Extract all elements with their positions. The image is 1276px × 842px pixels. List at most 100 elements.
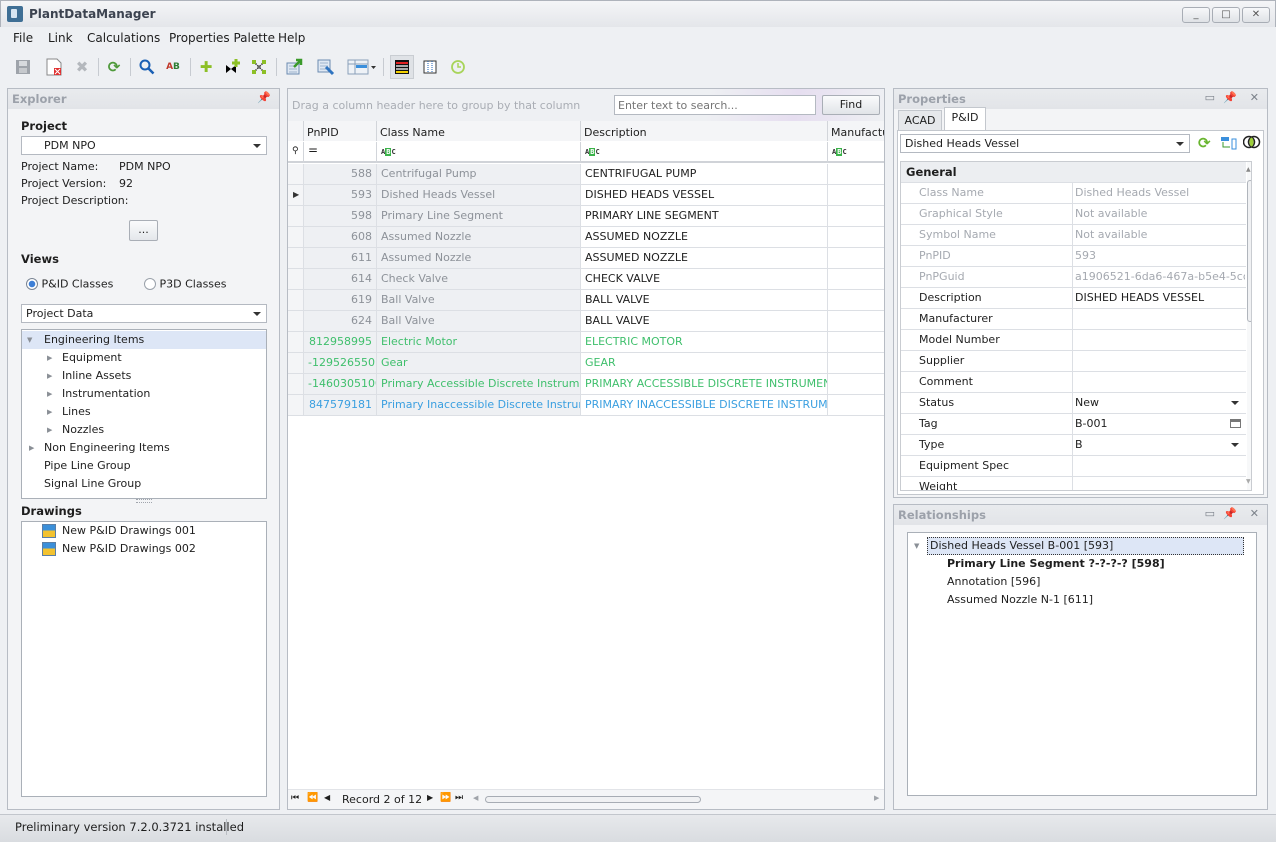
chevron-down-icon[interactable] [1231,443,1239,447]
cell-pnpid[interactable]: 588 [304,164,377,184]
table-row[interactable]: -1295265501 Gear GEAR [288,353,884,374]
cell-manufacturer[interactable] [828,395,884,415]
pin-icon[interactable]: 📌 [257,91,271,104]
project-select[interactable]: PDM NPO [21,136,267,155]
maximize-button[interactable]: □ [1212,7,1240,23]
cell-class-name[interactable]: Electric Motor [377,332,581,352]
refresh-icon[interactable]: ⟳ [103,56,125,78]
cell-class-name[interactable]: Dished Heads Vessel [377,185,581,205]
tab-acad[interactable]: ACAD [898,110,942,130]
cell-manufacturer[interactable] [828,332,884,352]
search-input[interactable] [614,95,816,115]
column-header-manufacturer[interactable]: Manufactur [828,121,884,141]
close-panel-icon[interactable]: ✕ [1250,507,1259,520]
property-row[interactable]: Graphical Style Not available [901,204,1246,225]
color-rows-icon[interactable] [390,55,414,79]
first-record-icon[interactable]: ⏮ [291,793,299,803]
horizontal-scrollbar-thumb[interactable] [485,796,701,803]
property-row[interactable]: Description DISHED HEADS VESSEL [901,288,1246,309]
category-general[interactable]: General [901,162,1246,183]
row-indicator[interactable] [288,311,304,331]
row-indicator[interactable] [288,290,304,310]
relationship-item[interactable]: Annotation [596] [947,573,1040,591]
layout-dropdown-icon[interactable] [346,56,378,78]
row-indicator[interactable] [288,353,304,373]
menu-help[interactable]: Help [278,31,305,45]
property-row[interactable]: Equipment Spec [901,456,1246,477]
edit-dialog-icon[interactable] [1230,419,1241,428]
data-source-select[interactable]: Project Data [21,304,267,323]
table-row[interactable]: 611 Assumed Nozzle ASSUMED NOZZLE [288,248,884,269]
relationship-item[interactable]: Primary Line Segment ?-?-?-? [598] [947,555,1165,573]
pin-icon[interactable]: 📌 [1223,507,1237,520]
property-value[interactable] [1075,330,1245,350]
cell-pnpid[interactable]: 847579181 [304,395,377,415]
cell-class-name[interactable]: Check Valve [377,269,581,289]
property-row[interactable]: Model Number [901,330,1246,351]
refresh-icon[interactable]: ⟳ [1198,134,1211,152]
cell-pnpid[interactable]: 598 [304,206,377,226]
compare-icon[interactable] [1242,135,1261,152]
property-row[interactable]: Status New [901,393,1246,414]
next-record-icon[interactable]: ▶ [427,793,433,802]
cell-description[interactable]: BALL VALVE [581,311,828,331]
cell-pnpid[interactable]: 619 [304,290,377,310]
row-indicator[interactable] [288,164,304,184]
table-row[interactable]: -1460305100 Primary Accessible Discrete I… [288,374,884,395]
cell-pnpid[interactable]: 608 [304,227,377,247]
property-value[interactable] [1075,456,1245,476]
next-page-icon[interactable]: ⏩ [440,793,451,803]
find-button[interactable]: Find [822,95,880,115]
cell-manufacturer[interactable] [828,353,884,373]
table-row[interactable]: 624 Ball Valve BALL VALVE [288,311,884,332]
cell-class-name[interactable]: Ball Valve [377,311,581,331]
split-icon[interactable] [248,56,270,78]
cell-description[interactable]: DISHED HEADS VESSEL [581,185,828,205]
column-header-description[interactable]: Description [581,121,828,141]
cell-manufacturer[interactable] [828,248,884,268]
property-row[interactable]: Symbol Name Not available [901,225,1246,246]
radio-pid-classes[interactable]: P&ID Classes [26,277,113,291]
cell-manufacturer[interactable] [828,206,884,226]
add-icon[interactable]: ✚ [195,56,217,78]
cell-manufacturer[interactable] [828,164,884,184]
cell-manufacturer[interactable] [828,269,884,289]
property-row[interactable]: Manufacturer [901,309,1246,330]
previous-page-icon[interactable]: ⏪ [307,793,318,803]
cell-class-name[interactable]: Assumed Nozzle [377,248,581,268]
cell-description[interactable]: GEAR [581,353,828,373]
table-row[interactable]: 614 Check Valve CHECK VALVE [288,269,884,290]
cell-class-name[interactable]: Ball Valve [377,290,581,310]
chevron-down-icon[interactable] [1231,401,1239,405]
table-row[interactable]: 598 Primary Line Segment PRIMARY LINE SEGM… [288,206,884,227]
menu-file[interactable]: File [13,31,33,45]
cell-description[interactable]: CENTRIFUGAL PUMP [581,164,828,184]
property-row[interactable]: Weight [901,477,1246,490]
cancel-icon[interactable]: ✖ [71,56,93,78]
table-row[interactable]: 812958995 Electric Motor ELECTRIC MOTOR [288,332,884,353]
property-row[interactable]: Type B [901,435,1246,456]
minimize-button[interactable]: _ [1182,7,1210,23]
cell-description[interactable]: PRIMARY INACCESSIBLE DISCRETE INSTRUMENT [581,395,828,415]
property-value[interactable] [1075,477,1245,490]
property-row[interactable]: Supplier [901,351,1246,372]
row-indicator[interactable] [288,206,304,226]
cell-class-name[interactable]: Primary Inaccessible Discrete Instrument [377,395,581,415]
pin-icon[interactable]: 📌 [1223,91,1237,104]
cell-description[interactable]: CHECK VALVE [581,269,828,289]
cell-pnpid[interactable]: 614 [304,269,377,289]
cell-description[interactable]: ASSUMED NOZZLE [581,248,828,268]
cell-description[interactable]: BALL VALVE [581,290,828,310]
last-record-icon[interactable]: ⏭ [455,793,463,803]
relationship-item[interactable]: Assumed Nozzle N-1 [611] [947,591,1093,609]
float-icon[interactable]: ▭ [1205,91,1215,104]
current-row-icon[interactable]: ▶ [288,185,304,205]
column-header-class-name[interactable]: Class Name [377,121,581,141]
cell-pnpid[interactable]: 624 [304,311,377,331]
row-indicator[interactable] [288,395,304,415]
property-value[interactable] [1075,372,1245,392]
radio-p3d-classes[interactable]: P3D Classes [144,277,227,291]
link-properties-icon[interactable] [1221,136,1237,153]
cell-class-name[interactable]: Centrifugal Pump [377,164,581,184]
row-indicator[interactable] [288,248,304,268]
